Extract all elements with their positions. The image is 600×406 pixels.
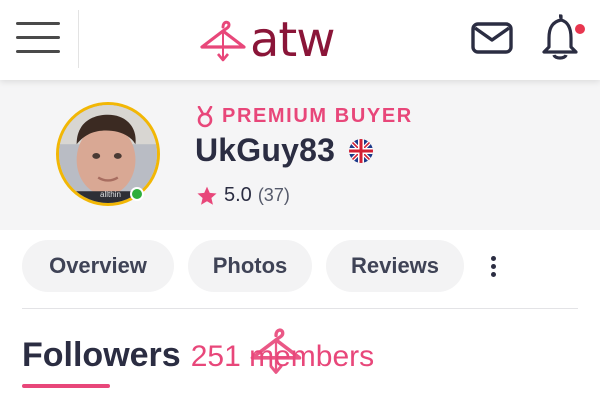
site-logo[interactable]: atw [198, 10, 335, 70]
medal-icon [197, 105, 213, 127]
username: UkGuy83 [195, 132, 336, 168]
section-heading: Followers 251 members [22, 336, 374, 375]
username-row: UkGuy83 [195, 132, 374, 169]
hanger-logo-icon [200, 20, 246, 62]
top-bar: atw [0, 0, 600, 80]
rating-value: 5.0 [224, 184, 252, 206]
more-options-icon[interactable] [480, 248, 508, 284]
rating-row[interactable]: 5.0 (37) [196, 184, 290, 207]
avatar-watermark: allthin [100, 190, 121, 199]
mail-icon[interactable] [470, 20, 514, 56]
profile-tabs: Overview Photos Reviews [0, 240, 600, 294]
loading-hanger-icon [250, 328, 302, 374]
uk-flag-icon [349, 138, 374, 163]
profile-header: allthin PREMIUM BUYER UkGuy83 5.0 (37) [0, 80, 600, 230]
tier-badge: PREMIUM BUYER [196, 105, 413, 128]
tab-overview[interactable]: Overview [22, 240, 174, 292]
tab-photos[interactable]: Photos [188, 240, 312, 292]
section-divider [22, 308, 578, 309]
star-icon [197, 186, 217, 205]
online-status-dot [130, 187, 144, 201]
tier-label: PREMIUM BUYER [222, 105, 413, 127]
notification-dot [573, 22, 587, 36]
logo-text: atw [250, 12, 335, 68]
tab-reviews[interactable]: Reviews [326, 240, 464, 292]
top-bar-divider [78, 10, 79, 68]
rating-count: (37) [257, 185, 290, 205]
bell-icon[interactable] [538, 14, 588, 60]
menu-icon[interactable] [14, 18, 64, 58]
section-underline [22, 384, 110, 388]
avatar-photo [59, 105, 157, 203]
section-title: Followers [22, 336, 181, 374]
